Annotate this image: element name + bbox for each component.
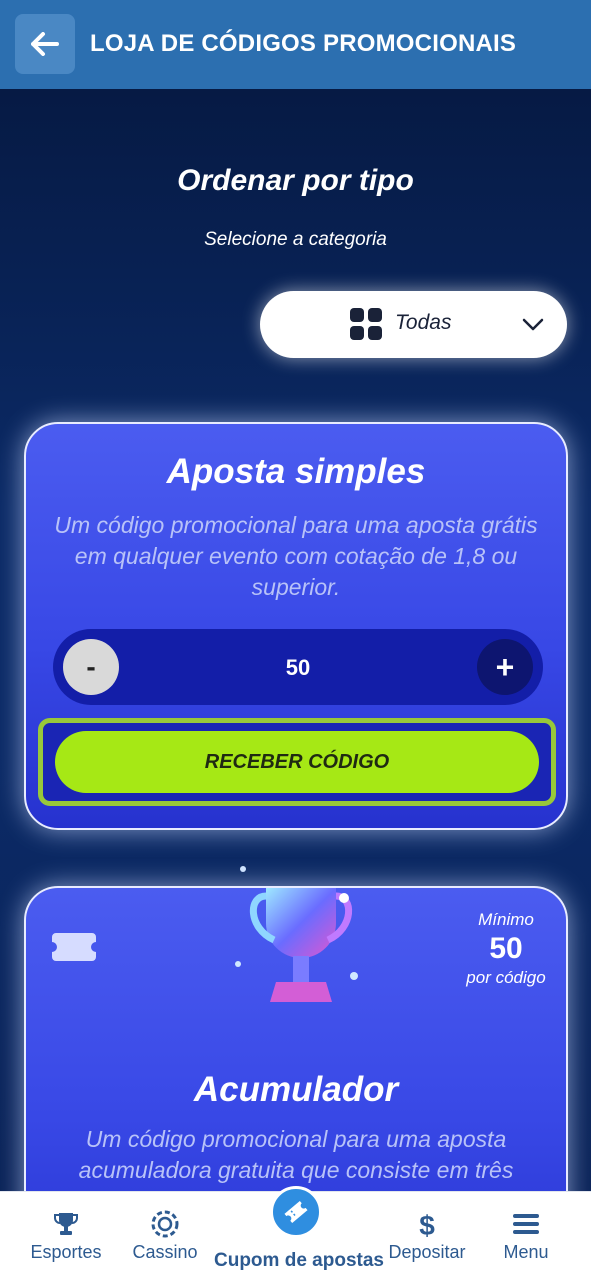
minimum-label: Mínimo [478, 910, 534, 929]
nav-item-deposit[interactable]: $ Depositar [382, 1192, 472, 1280]
hamburger-menu-icon [513, 1214, 539, 1234]
casino-chip-icon [151, 1210, 179, 1238]
page-title: LOJA DE CÓDIGOS PROMOCIONAIS [90, 30, 517, 57]
main-content: Ordenar por tipo Selecione a categoria T… [0, 89, 591, 1191]
minimum-info: Mínimo 50 por código [446, 910, 566, 988]
receive-code-focus-outline: RECEBER CÓDIGO [38, 718, 556, 806]
promo-card-single-bet: Aposta simples Um código promocional par… [24, 422, 568, 830]
ticket-icon [52, 933, 96, 961]
sort-title: Ordenar por tipo [177, 164, 414, 197]
minimum-value: 50 [489, 932, 523, 965]
minimum-unit: por código [466, 968, 546, 987]
grid-icon [350, 308, 382, 340]
arrow-left-icon [31, 32, 59, 56]
sparkle-dot [240, 866, 246, 872]
back-button[interactable] [15, 14, 75, 74]
card-description: Um código promocional para uma aposta ac… [78, 1126, 514, 1183]
nav-item-casino[interactable]: Cassino [122, 1192, 208, 1280]
category-select[interactable]: Todas [260, 291, 567, 358]
ticket-icon [284, 1200, 308, 1224]
card-title: Aposta simples [166, 452, 426, 491]
nav-label: Cupom de apostas [214, 1250, 384, 1271]
top-header: LOJA DE CÓDIGOS PROMOCIONAIS [0, 0, 591, 89]
card-description: Um código promocional para uma aposta gr… [54, 512, 538, 600]
nav-label: Depositar [388, 1242, 466, 1262]
nav-item-sports[interactable]: Esportes [18, 1192, 114, 1280]
card-title: Acumulador [193, 1070, 399, 1109]
nav-item-bet-slip[interactable]: Cupom de apostas [214, 1186, 384, 1280]
category-select-value: Todas [395, 311, 452, 334]
svg-text:$: $ [419, 1210, 435, 1238]
quantity-stepper: - 50 + [53, 629, 543, 705]
receive-code-button[interactable]: RECEBER CÓDIGO [55, 731, 539, 793]
nav-item-menu[interactable]: Menu [484, 1192, 568, 1280]
chevron-down-icon [522, 318, 544, 331]
promo-card-accumulator: Mínimo 50 por código Acumulador Um códig… [24, 886, 568, 1191]
dollar-icon: $ [419, 1210, 435, 1238]
trophy-icon [235, 888, 358, 1002]
increment-button[interactable]: + [477, 639, 533, 695]
sort-subtitle: Selecione a categoria [204, 229, 387, 250]
stepper-value: 50 [285, 655, 311, 680]
trophy-icon [54, 1213, 78, 1235]
nav-label: Esportes [30, 1242, 102, 1262]
nav-label: Menu [503, 1242, 549, 1262]
nav-label: Cassino [132, 1242, 198, 1262]
bottom-navigation: Esportes Cassino Cupom de apostas $ Depo… [0, 1186, 591, 1280]
nav-active-indicator [270, 1186, 322, 1238]
